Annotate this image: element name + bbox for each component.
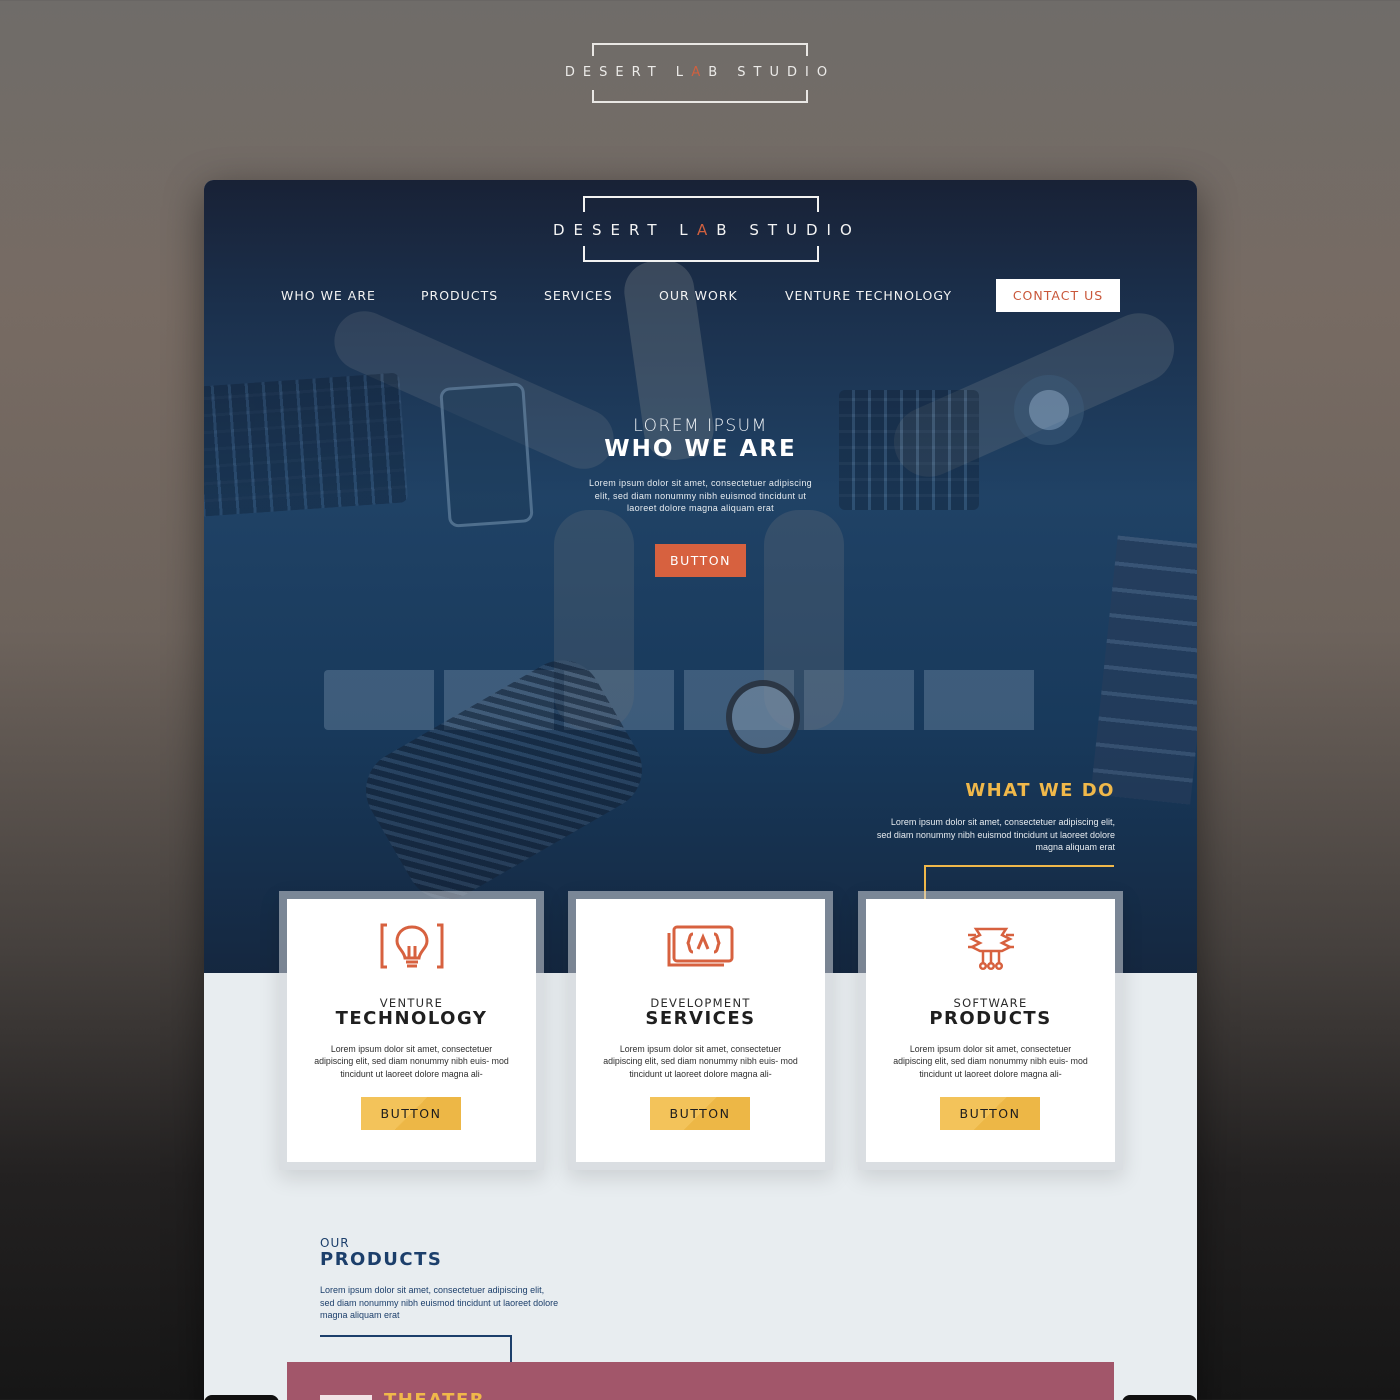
card-body: Lorem ipsum dolor sit amet, consectetuer… xyxy=(314,1044,509,1079)
outer-brand-logo: DESERT LAB STUDIO xyxy=(565,43,827,103)
service-card-frame: SOFTWARE PRODUCTS Lorem ipsum dolor sit … xyxy=(858,891,1123,1170)
contact-us-button[interactable]: CONTACT US xyxy=(996,279,1120,312)
nav-item-services[interactable]: SERVICES xyxy=(544,288,613,303)
background-edge xyxy=(204,1395,279,1400)
products-title: PRODUCTS xyxy=(320,1249,443,1270)
service-card-software-products: SOFTWARE PRODUCTS Lorem ipsum dolor sit … xyxy=(866,899,1115,1162)
circuit-chip-icon xyxy=(968,927,1014,971)
product-card-theater[interactable]: THEATER xyxy=(287,1362,1114,1400)
card-title: SERVICES xyxy=(645,1008,756,1029)
what-we-do-title: WHAT WE DO xyxy=(965,780,1115,801)
website-mockup: DESERT LAB STUDIO WHO WE ARE PRODUCTS SE… xyxy=(204,180,1197,1400)
code-window-icon xyxy=(667,925,734,967)
site-logo[interactable]: DESERT LAB STUDIO xyxy=(553,196,852,262)
background-edge xyxy=(1122,1395,1197,1400)
products-connector xyxy=(320,1335,512,1337)
service-card-frame: VENTURE TECHNOLOGY Lorem ipsum dolor sit… xyxy=(279,891,544,1170)
card-body: Lorem ipsum dolor sit amet, consectetuer… xyxy=(893,1044,1088,1079)
card-button[interactable]: BUTTON xyxy=(650,1097,750,1130)
hero-button[interactable]: BUTTON xyxy=(655,544,746,577)
products-connector xyxy=(510,1335,512,1365)
logo-text: DESERT LAB STUDIO xyxy=(553,221,861,239)
logo-frame-top xyxy=(583,196,819,212)
card-title: PRODUCTS xyxy=(929,1008,1052,1029)
products-kicker: OUR xyxy=(320,1236,350,1250)
nav-item-our-work[interactable]: OUR WORK xyxy=(659,288,738,303)
hero-photo-power-strip xyxy=(324,670,1044,730)
service-card-venture-technology: VENTURE TECHNOLOGY Lorem ipsum dolor sit… xyxy=(287,899,536,1162)
logo-frame-top xyxy=(592,43,808,56)
nav-item-products[interactable]: PRODUCTS xyxy=(421,288,498,303)
logo-frame-bottom xyxy=(592,90,808,103)
service-card-frame: DEVELOPMENT SERVICES Lorem ipsum dolor s… xyxy=(568,891,833,1170)
nav-item-venture-technology[interactable]: VENTURE TECHNOLOGY xyxy=(785,288,952,303)
card-title: TECHNOLOGY xyxy=(335,1008,488,1029)
logo-text: DESERT LAB STUDIO xyxy=(564,65,836,80)
card-body: Lorem ipsum dolor sit amet, consectetuer… xyxy=(603,1044,798,1079)
card-button[interactable]: BUTTON xyxy=(940,1097,1040,1130)
hero-body: Lorem ipsum dolor sit amet, consectetuer… xyxy=(589,478,812,513)
card-button[interactable]: BUTTON xyxy=(361,1097,461,1130)
lightbulb-icon xyxy=(380,923,444,969)
products-body: Lorem ipsum dolor sit amet, consectetuer… xyxy=(320,1285,559,1320)
hero-photo-notebook xyxy=(1090,535,1197,805)
main-nav: WHO WE ARE PRODUCTS SERVICES OUR WORK VE… xyxy=(204,279,1197,312)
logo-frame-bottom xyxy=(583,246,819,262)
service-card-development-services: DEVELOPMENT SERVICES Lorem ipsum dolor s… xyxy=(576,899,825,1162)
hero-section: DESERT LAB STUDIO WHO WE ARE PRODUCTS SE… xyxy=(204,180,1197,973)
hero-photo-watch xyxy=(726,680,800,754)
hero-title: WHO WE ARE xyxy=(604,436,797,462)
what-we-do-connector xyxy=(924,865,1114,867)
product-title: THEATER xyxy=(384,1390,485,1400)
product-thumbnail xyxy=(320,1395,372,1400)
what-we-do-body: Lorem ipsum dolor sit amet, consectetuer… xyxy=(876,817,1115,852)
nav-item-who-we-are[interactable]: WHO WE ARE xyxy=(281,288,376,303)
hero-subtitle: LOREM IPSUM xyxy=(633,416,768,436)
